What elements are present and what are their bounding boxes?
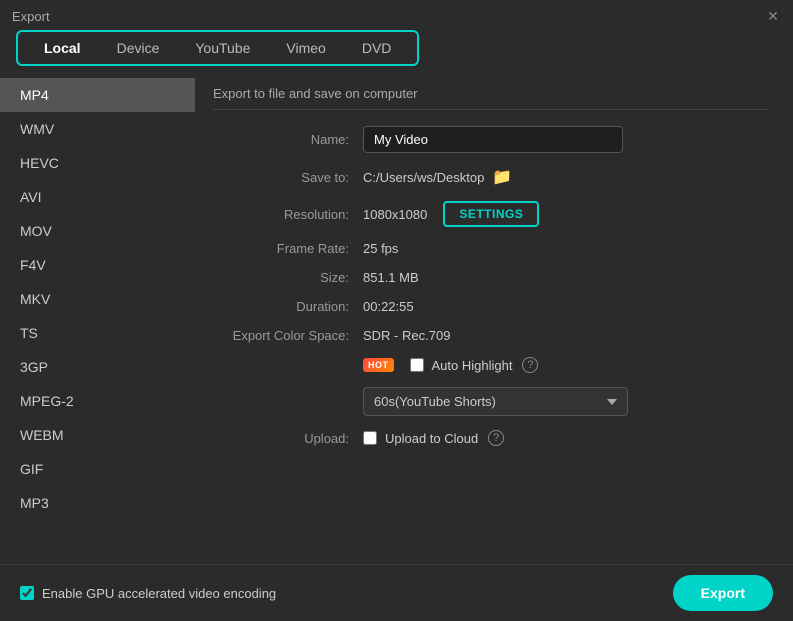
main-content: MP4WMVHEVCAVIMOVF4VMKVTS3GPMPEG-2WEBMGIF…: [0, 74, 793, 564]
tab-device[interactable]: Device: [99, 32, 178, 66]
export-window: Export ✕ LocalDeviceYouTubeVimeoDVD MP4W…: [0, 0, 793, 621]
duration-label: Duration:: [213, 299, 363, 314]
format-list: MP4WMVHEVCAVIMOVF4VMKVTS3GPMPEG-2WEBMGIF…: [0, 74, 195, 564]
panel-title: Export to file and save on computer: [213, 86, 769, 110]
tab-dvd[interactable]: DVD: [344, 32, 410, 66]
upload-container: Upload to Cloud ?: [363, 430, 504, 446]
format-item-mpeg2[interactable]: MPEG-2: [0, 384, 195, 418]
resolution-label: Resolution:: [213, 207, 363, 222]
tab-bar: LocalDeviceYouTubeVimeoDVD: [16, 30, 419, 66]
auto-highlight-checkbox[interactable]: [410, 358, 424, 372]
upload-label: Upload:: [213, 431, 363, 446]
folder-icon[interactable]: 📁: [492, 167, 512, 187]
save-to-container: C:/Users/ws/Desktop 📁: [363, 167, 512, 187]
window-title: Export: [12, 9, 50, 24]
name-row: Name:: [213, 126, 769, 153]
auto-highlight-help-icon[interactable]: ?: [522, 357, 538, 373]
frame-rate-label: Frame Rate:: [213, 241, 363, 256]
format-item-hevc[interactable]: HEVC: [0, 146, 195, 180]
gpu-row: Enable GPU accelerated video encoding: [20, 586, 276, 601]
save-to-row: Save to: C:/Users/ws/Desktop 📁: [213, 167, 769, 187]
frame-rate-value: 25 fps: [363, 241, 769, 256]
auto-highlight-container: HOT Auto Highlight ?: [363, 357, 538, 373]
resolution-row: Resolution: 1080x1080 SETTINGS: [213, 201, 769, 227]
bottom-bar: Enable GPU accelerated video encoding Ex…: [0, 564, 793, 621]
format-item-mov[interactable]: MOV: [0, 214, 195, 248]
highlight-dropdown-row: 60s(YouTube Shorts)30s15s: [213, 387, 769, 416]
format-item-avi[interactable]: AVI: [0, 180, 195, 214]
close-button[interactable]: ✕: [765, 8, 781, 24]
hot-badge: HOT: [363, 358, 394, 372]
tab-local[interactable]: Local: [26, 32, 99, 66]
duration-value: 00:22:55: [363, 299, 769, 314]
duration-row: Duration: 00:22:55: [213, 299, 769, 314]
upload-to-cloud-label: Upload to Cloud: [385, 431, 478, 446]
highlight-duration-dropdown[interactable]: 60s(YouTube Shorts)30s15s: [363, 387, 628, 416]
save-to-label: Save to:: [213, 170, 363, 185]
format-item-mp3[interactable]: MP3: [0, 486, 195, 520]
name-label: Name:: [213, 132, 363, 147]
export-button[interactable]: Export: [673, 575, 773, 611]
color-space-label: Export Color Space:: [213, 328, 363, 343]
save-to-path: C:/Users/ws/Desktop: [363, 170, 484, 185]
upload-to-cloud-checkbox[interactable]: [363, 431, 377, 445]
name-input[interactable]: [363, 126, 623, 153]
gpu-label: Enable GPU accelerated video encoding: [42, 586, 276, 601]
settings-button[interactable]: SETTINGS: [443, 201, 539, 227]
tab-youtube[interactable]: YouTube: [177, 32, 268, 66]
tab-vimeo[interactable]: Vimeo: [268, 32, 343, 66]
title-bar: Export ✕: [0, 0, 793, 30]
format-item-ts[interactable]: TS: [0, 316, 195, 350]
size-value: 851.1 MB: [363, 270, 769, 285]
resolution-value: 1080x1080: [363, 207, 427, 222]
upload-help-icon[interactable]: ?: [488, 430, 504, 446]
format-item-mkv[interactable]: MKV: [0, 282, 195, 316]
format-item-f4v[interactable]: F4V: [0, 248, 195, 282]
auto-highlight-label: Auto Highlight: [432, 358, 513, 373]
auto-highlight-row: HOT Auto Highlight ?: [213, 357, 769, 373]
format-item-3gp[interactable]: 3GP: [0, 350, 195, 384]
color-space-row: Export Color Space: SDR - Rec.709: [213, 328, 769, 343]
size-label: Size:: [213, 270, 363, 285]
frame-rate-row: Frame Rate: 25 fps: [213, 241, 769, 256]
upload-row: Upload: Upload to Cloud ?: [213, 430, 769, 446]
right-panel: Export to file and save on computer Name…: [195, 74, 793, 564]
format-item-wmv[interactable]: WMV: [0, 112, 195, 146]
format-item-webm[interactable]: WEBM: [0, 418, 195, 452]
color-space-value: SDR - Rec.709: [363, 328, 769, 343]
size-row: Size: 851.1 MB: [213, 270, 769, 285]
format-item-mp4[interactable]: MP4: [0, 78, 195, 112]
gpu-checkbox[interactable]: [20, 586, 34, 600]
format-item-gif[interactable]: GIF: [0, 452, 195, 486]
